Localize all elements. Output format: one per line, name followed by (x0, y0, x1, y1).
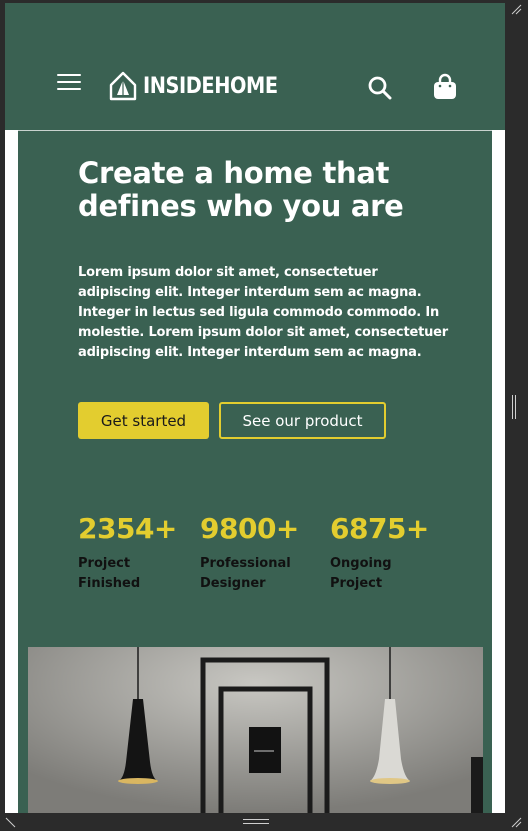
search-icon[interactable] (367, 75, 393, 101)
stat-value: 9800+ (200, 512, 299, 545)
stat-label: Ongoing Project (330, 556, 392, 591)
stat-label: Professional Designer (200, 556, 291, 591)
header-divider (18, 130, 492, 131)
bottom-resize-bar (0, 813, 528, 831)
brand-name: INSIDEHOME (143, 73, 278, 99)
resize-handle-horizontal[interactable] (243, 819, 269, 824)
resize-corner-icon[interactable] (510, 3, 522, 15)
brand-logo[interactable]: INSIDEHOME (109, 71, 296, 101)
stat-ongoing-projects: 6875+ Ongoing Project (330, 512, 440, 594)
page-viewport: INSIDEHOME Create a home that defines wh… (5, 3, 505, 813)
hero-description: Lorem ipsum dolor sit amet, consectetuer… (78, 265, 448, 360)
get-started-button[interactable]: Get started (78, 402, 209, 439)
resize-handle-vertical[interactable] (512, 395, 516, 419)
site-header: INSIDEHOME (5, 3, 505, 130)
resize-corner-icon[interactable] (5, 816, 17, 828)
stat-professional-designers: 9800+ Professional Designer (200, 512, 310, 594)
resize-corner-icon[interactable] (510, 816, 522, 828)
shopping-bag-icon[interactable] (432, 73, 458, 101)
stat-label: Project Finished (78, 556, 141, 591)
see-product-button[interactable]: See our product (219, 402, 386, 439)
device-frame: INSIDEHOME Create a home that defines wh… (0, 0, 528, 831)
house-logo-icon (109, 71, 137, 101)
hero-title: Create a home that defines who you are (78, 156, 404, 223)
stat-value: 6875+ (330, 512, 429, 545)
stat-value: 2354+ (78, 512, 177, 545)
interior-photo (28, 647, 483, 813)
stat-projects-finished: 2354+ Project Finished (78, 512, 188, 594)
hamburger-menu-icon[interactable] (57, 73, 81, 91)
hero-section: Create a home that defines who you are L… (18, 130, 492, 813)
